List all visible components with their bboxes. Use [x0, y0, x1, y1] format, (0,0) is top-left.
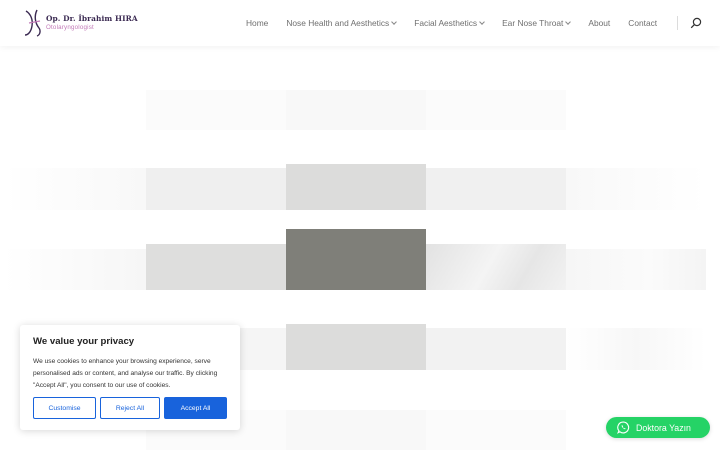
- nav-divider: [677, 16, 678, 30]
- mosaic-tile: [4, 168, 146, 210]
- mosaic-tile: [286, 164, 426, 210]
- mosaic-tile: [146, 90, 286, 130]
- nav-item-nose-health[interactable]: Nose Health and Aesthetics: [286, 18, 398, 28]
- mosaic-tile: [566, 249, 706, 290]
- cookie-consent-banner: We value your privacy We use cookies to …: [20, 325, 240, 430]
- accept-all-button[interactable]: Accept All: [164, 397, 227, 419]
- mosaic-tile: [426, 410, 566, 450]
- whatsapp-label: Doktora Yazın: [636, 422, 691, 433]
- nav-item-facial-aesthetics[interactable]: Facial Aesthetics: [414, 18, 485, 28]
- mosaic-tile: [146, 244, 286, 290]
- nav-item-about[interactable]: About: [588, 18, 610, 28]
- nav-item-label: Contact: [628, 18, 658, 28]
- nav-item-label: About: [588, 18, 611, 28]
- mosaic-tile: [426, 244, 566, 290]
- chevron-down-icon: [391, 19, 398, 25]
- customise-button[interactable]: Customise: [33, 397, 96, 419]
- site-header: Op. Dr. İbrahim HIRA Otolaryngologist Ho…: [0, 0, 720, 46]
- nav-item-label: Facial Aesthetics: [414, 18, 478, 28]
- mosaic-tile: [426, 168, 566, 210]
- mosaic-tile: [426, 90, 566, 130]
- mosaic-tile: [146, 168, 286, 210]
- mosaic-tile: [286, 410, 426, 450]
- nav-item-label: Ear Nose Throat: [502, 18, 564, 28]
- logo-subtitle: Otolaryngologist: [46, 23, 94, 31]
- reject-all-button[interactable]: Reject All: [100, 397, 160, 419]
- mosaic-tile: [566, 328, 706, 370]
- mosaic-tile: [286, 90, 426, 130]
- nav-item-label: Nose Health and Aesthetics: [286, 18, 390, 28]
- logo-name: Op. Dr. İbrahim HIRA: [46, 14, 138, 24]
- chevron-down-icon: [565, 19, 572, 25]
- nav-item-ear-nose-throat[interactable]: Ear Nose Throat: [502, 18, 572, 28]
- site-logo[interactable]: Op. Dr. İbrahim HIRA Otolaryngologist: [22, 8, 138, 38]
- nav-item-home[interactable]: Home: [246, 18, 268, 28]
- whatsapp-icon: [617, 421, 630, 434]
- search-icon[interactable]: [690, 17, 702, 29]
- mosaic-tile: [566, 168, 706, 210]
- nav-item-contact[interactable]: Contact: [628, 18, 657, 28]
- cookie-title: We value your privacy: [33, 336, 135, 347]
- main-nav: Home Nose Health and Aesthetics Facial A…: [246, 0, 657, 46]
- nav-item-label: Home: [246, 18, 269, 28]
- logo-mark-icon: [24, 9, 41, 37]
- chevron-down-icon: [479, 19, 485, 25]
- whatsapp-chat-button[interactable]: Doktora Yazın: [606, 417, 710, 438]
- mosaic-tile: [286, 324, 426, 370]
- cookie-description: We use cookies to enhance your browsing …: [33, 358, 218, 389]
- mosaic-tile: [286, 229, 426, 290]
- mosaic-tile: [4, 249, 146, 290]
- mosaic-tile: [426, 328, 566, 370]
